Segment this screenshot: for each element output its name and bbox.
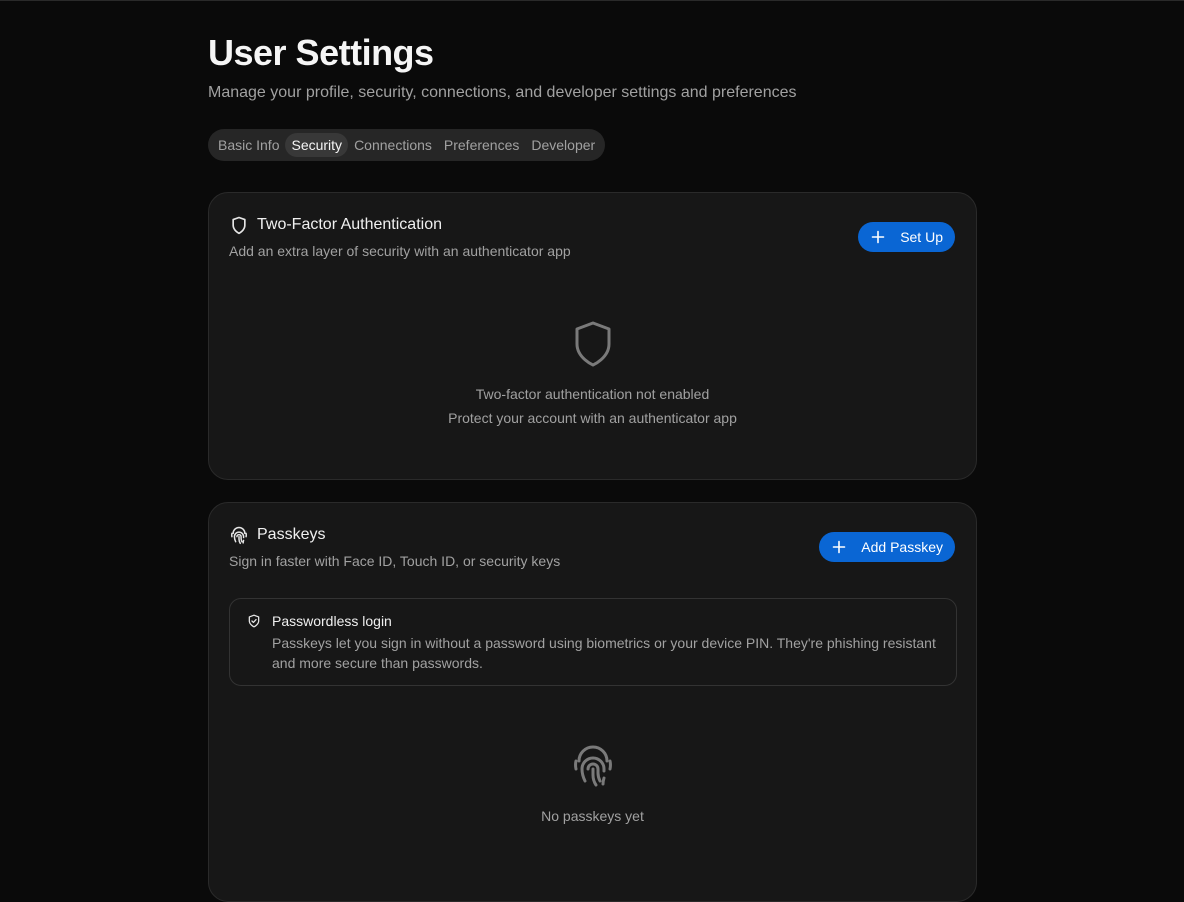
passwordless-info-box: Passwordless login Passkeys let you sign…: [229, 598, 957, 686]
page-title: User Settings: [208, 32, 434, 73]
info-body: Passkeys let you sign in without a passw…: [272, 635, 936, 671]
setup-2fa-button[interactable]: Set Up: [858, 222, 955, 252]
tab-basic-info[interactable]: Basic Info: [212, 133, 285, 157]
tab-preferences[interactable]: Preferences: [438, 133, 525, 157]
plus-icon: [871, 230, 885, 244]
plus-icon: [832, 540, 846, 554]
two-factor-title: Two-Factor Authentication: [257, 216, 442, 233]
passkeys-card: Passkeys Sign in faster with Face ID, To…: [208, 502, 977, 902]
shield-empty-icon: [575, 321, 610, 367]
fingerprint-icon: [230, 526, 248, 545]
setup-2fa-label: Set Up: [900, 229, 943, 245]
tab-security[interactable]: Security: [285, 133, 349, 157]
page-subtitle: Manage your profile, security, connectio…: [208, 84, 797, 101]
shield-icon: [232, 216, 246, 235]
passkeys-title: Passkeys: [257, 526, 326, 543]
add-passkey-label: Add Passkey: [861, 539, 943, 555]
tab-developer[interactable]: Developer: [525, 133, 601, 157]
shield-check-icon: [248, 614, 260, 628]
two-factor-card: Two-Factor Authentication Add an extra l…: [208, 192, 977, 480]
passkeys-empty-title: No passkeys yet: [541, 808, 644, 824]
fingerprint-empty-icon: [573, 745, 612, 787]
tab-connections[interactable]: Connections: [348, 133, 438, 157]
two-factor-description: Add an extra layer of security with an a…: [229, 243, 571, 259]
two-factor-empty-subtitle: Protect your account with an authenticat…: [448, 410, 737, 426]
passkeys-description: Sign in faster with Face ID, Touch ID, o…: [229, 553, 561, 569]
top-border: [0, 0, 1184, 1]
two-factor-empty-title: Two-factor authentication not enabled: [475, 386, 710, 402]
settings-tabs: Basic Info Security Connections Preferen…: [208, 129, 606, 161]
add-passkey-button[interactable]: Add Passkey: [819, 532, 955, 562]
info-title: Passwordless login: [272, 613, 392, 629]
